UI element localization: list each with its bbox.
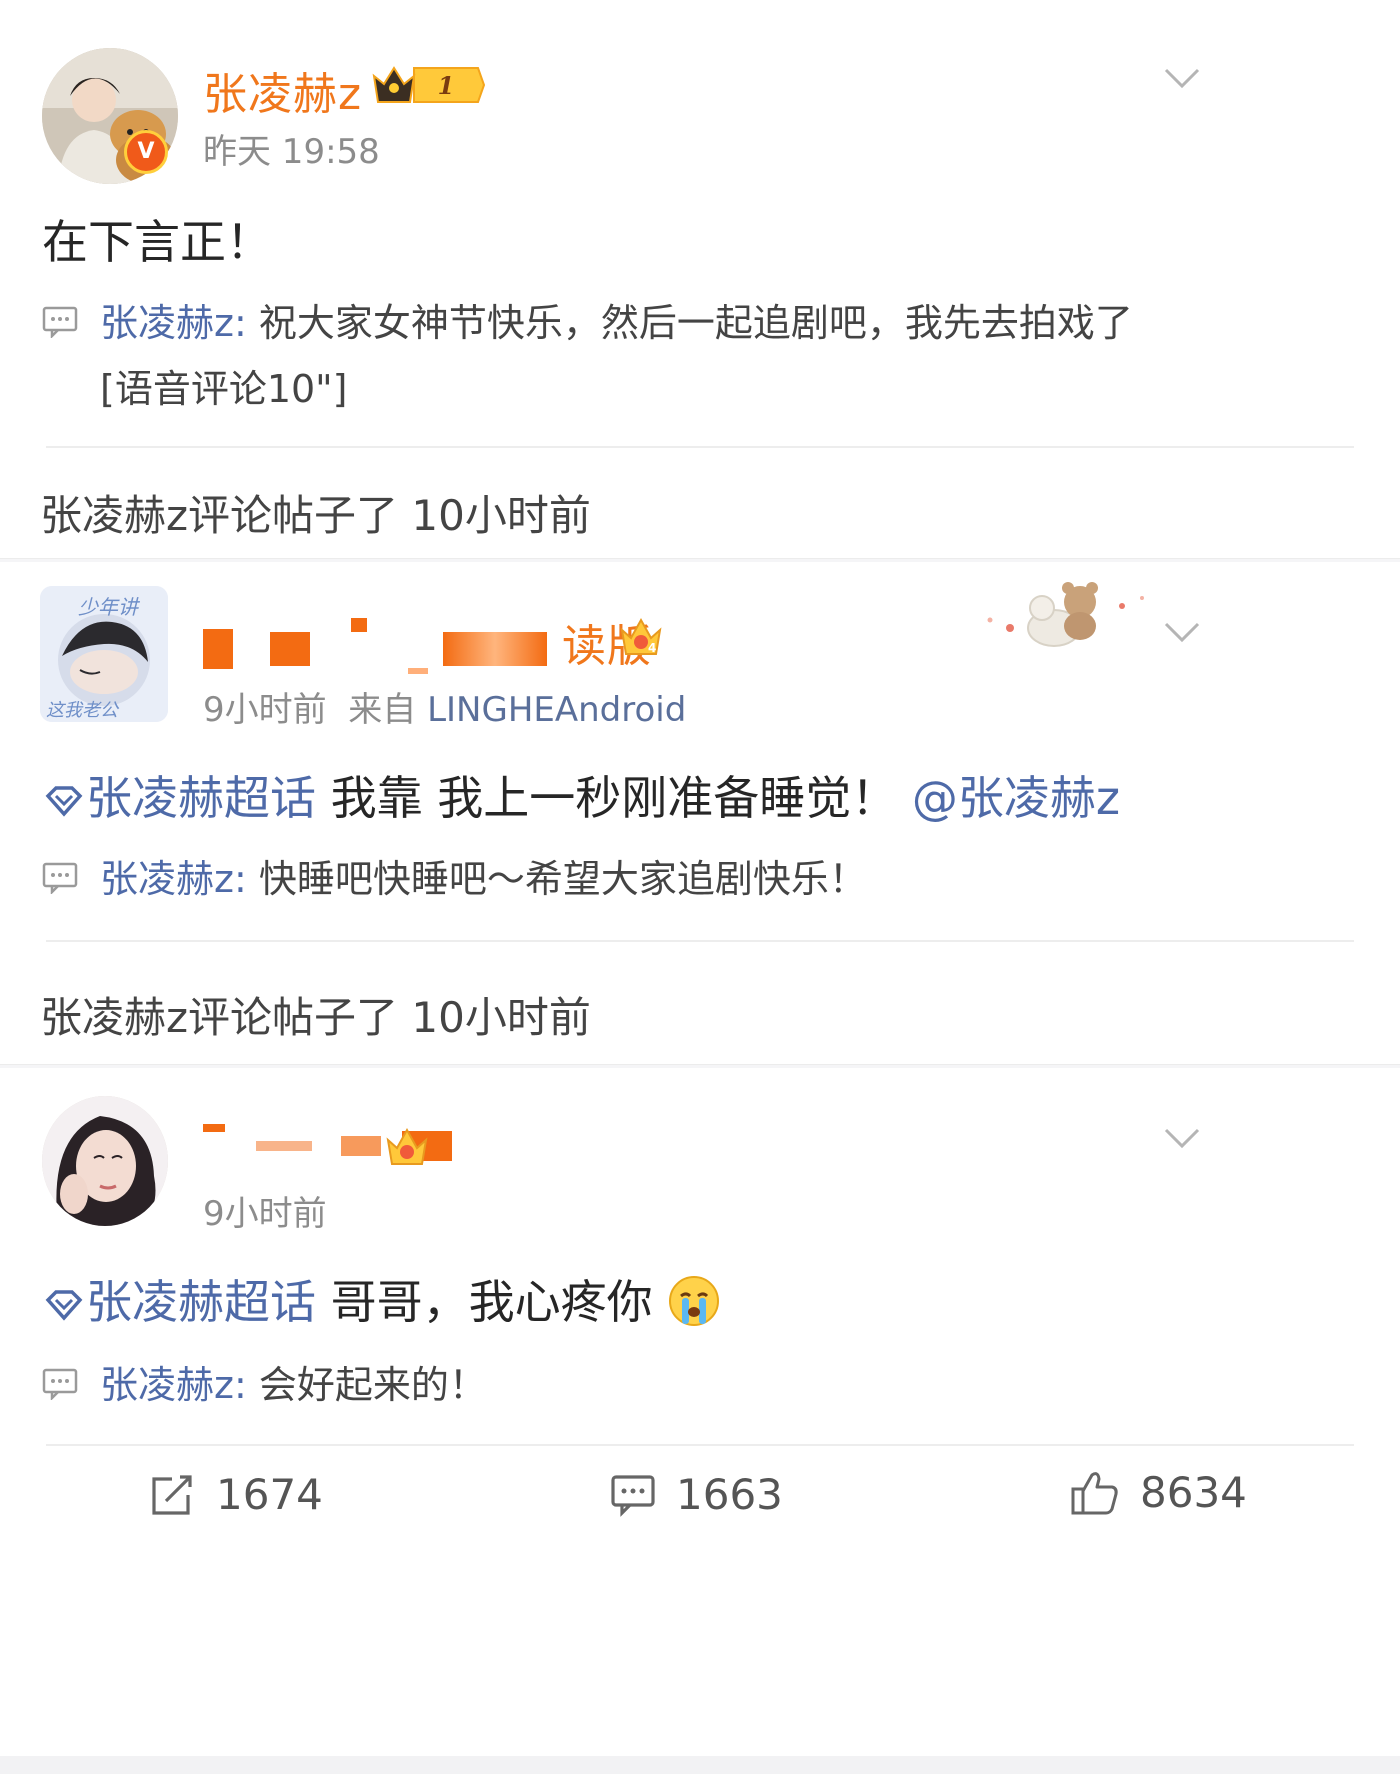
post-source[interactable]: LINGHEAndroid bbox=[427, 690, 686, 730]
post-card[interactable]: 9小时前 张凌赫超话 哥哥，我心疼你 张凌赫z: 会好起来的！ 1674 166… bbox=[0, 1068, 1400, 1758]
avatar-woman-portrait-image bbox=[42, 1096, 168, 1226]
crown-level: 4 bbox=[648, 641, 656, 655]
reply-author[interactable]: 张凌赫z: bbox=[100, 1363, 247, 1407]
post-timestamp: 昨天 19:58 bbox=[203, 132, 380, 172]
verified-badge-icon: V bbox=[124, 130, 168, 174]
post-text: 张凌赫超话 我靠 我上一秒刚准备睡觉！ @张凌赫z bbox=[42, 762, 1120, 828]
post-body: 我靠 我上一秒刚准备睡觉！ bbox=[316, 771, 912, 825]
chevron-down-icon[interactable] bbox=[1162, 66, 1202, 90]
redacted-block bbox=[256, 1141, 312, 1151]
avatar-text-top: 少年讲 bbox=[78, 595, 141, 619]
comment-icon bbox=[42, 1368, 78, 1400]
avatar-illustrated-image: 少年讲 这我老公 bbox=[40, 586, 168, 722]
source-prefix: 来自 bbox=[348, 690, 417, 730]
vip-crown-icon[interactable]: 4 bbox=[618, 616, 664, 658]
super-topic-link[interactable]: 张凌赫超话 bbox=[42, 771, 316, 825]
vip-crown-icon[interactable] bbox=[384, 1126, 430, 1168]
reply-text-block: 张凌赫z: 会好起来的！ bbox=[100, 1352, 1360, 1418]
divider bbox=[46, 940, 1354, 942]
topic-name: 张凌赫超话 bbox=[86, 1275, 316, 1329]
avatar-text-bottom: 这我老公 bbox=[46, 700, 120, 721]
topic-name: 张凌赫超话 bbox=[86, 771, 316, 825]
vip-level: 1 bbox=[438, 71, 455, 100]
chevron-down-icon[interactable] bbox=[1162, 1126, 1202, 1150]
activity-line: 张凌赫z评论帖子了 10小时前 bbox=[40, 491, 591, 540]
teddy-bear-decoration-icon bbox=[987, 582, 1144, 647]
repost-button[interactable]: 1674 bbox=[150, 1470, 323, 1519]
repost-icon bbox=[152, 1474, 192, 1515]
activity-line: 张凌赫z评论帖子了 10小时前 bbox=[40, 993, 591, 1042]
reply-content: 会好起来的！ bbox=[246, 1363, 487, 1407]
reply-content: 祝大家女神节快乐，然后一起追剧吧，我先去拍戏了 bbox=[246, 301, 1133, 345]
redacted-block bbox=[270, 632, 310, 666]
post-timestamp: 9小时前 bbox=[203, 690, 327, 730]
divider bbox=[46, 446, 1354, 448]
comment-button[interactable]: 1663 bbox=[610, 1470, 783, 1519]
reply-author[interactable]: 张凌赫z: bbox=[100, 857, 247, 901]
post-text: 张凌赫超话 哥哥，我心疼你 bbox=[42, 1266, 721, 1332]
comment-icon bbox=[42, 862, 78, 894]
redacted-block bbox=[203, 629, 233, 669]
voice-comment[interactable]: [语音评论10"] bbox=[100, 367, 347, 411]
reply-content: 快睡吧快睡吧～希望大家追剧快乐！ bbox=[246, 857, 867, 901]
divider bbox=[46, 1444, 1354, 1446]
post-timestamp: 9小时前 bbox=[203, 1194, 327, 1234]
post-body: 哥哥，我心疼你 bbox=[316, 1275, 653, 1329]
chevron-down-icon[interactable] bbox=[1162, 620, 1202, 644]
username[interactable]: 张凌赫z bbox=[203, 58, 362, 122]
mention-link[interactable]: @张凌赫z bbox=[912, 771, 1120, 825]
reply-author[interactable]: 张凌赫z: bbox=[100, 301, 247, 345]
reply-text-block: 张凌赫z: 快睡吧快睡吧～希望大家追剧快乐！ bbox=[100, 846, 1360, 912]
comment-icon bbox=[611, 1474, 655, 1517]
diamond-topic-icon bbox=[45, 786, 83, 817]
vip-crown-icon[interactable]: 1 bbox=[370, 62, 486, 108]
post-meta: 9小时前 来自 LINGHEAndroid bbox=[203, 682, 686, 731]
like-button[interactable]: 8634 bbox=[1070, 1468, 1247, 1517]
bottom-gap bbox=[0, 1756, 1400, 1774]
post-card[interactable]: V 张凌赫z 1 昨天 19:58 在下言正！ 张凌赫z: 祝大家女神节快乐，然… bbox=[0, 0, 1400, 560]
comment-count: 1663 bbox=[676, 1470, 783, 1519]
redacted-block bbox=[443, 632, 547, 666]
post-text: 在下言正！ bbox=[42, 215, 272, 269]
redacted-block bbox=[408, 668, 428, 674]
crying-face-emoji bbox=[669, 1276, 720, 1326]
diamond-topic-icon bbox=[45, 1290, 83, 1321]
avatar[interactable] bbox=[42, 1096, 168, 1226]
thumbs-up-icon bbox=[1071, 1471, 1118, 1514]
redacted-block bbox=[203, 1124, 225, 1132]
username[interactable]: 读版 bbox=[203, 610, 652, 674]
redacted-block bbox=[341, 1136, 381, 1156]
super-topic-link[interactable]: 张凌赫超话 bbox=[42, 1275, 316, 1329]
like-count: 8634 bbox=[1140, 1468, 1247, 1517]
comment-icon bbox=[42, 306, 78, 338]
reply-text-block: 张凌赫z: 祝大家女神节快乐，然后一起追剧吧，我先去拍戏了 [语音评论10"] bbox=[100, 290, 1360, 422]
avatar[interactable]: 少年讲 这我老公 bbox=[40, 586, 168, 722]
post-card[interactable]: 少年讲 这我老公 读版 4 9小时前 来自 LINGHEAndroid 张凌赫超… bbox=[0, 562, 1400, 1066]
feed-page: V 张凌赫z 1 昨天 19:58 在下言正！ 张凌赫z: 祝大家女神节快乐，然… bbox=[0, 0, 1400, 1774]
repost-count: 1674 bbox=[216, 1470, 323, 1519]
redacted-block bbox=[351, 618, 367, 632]
